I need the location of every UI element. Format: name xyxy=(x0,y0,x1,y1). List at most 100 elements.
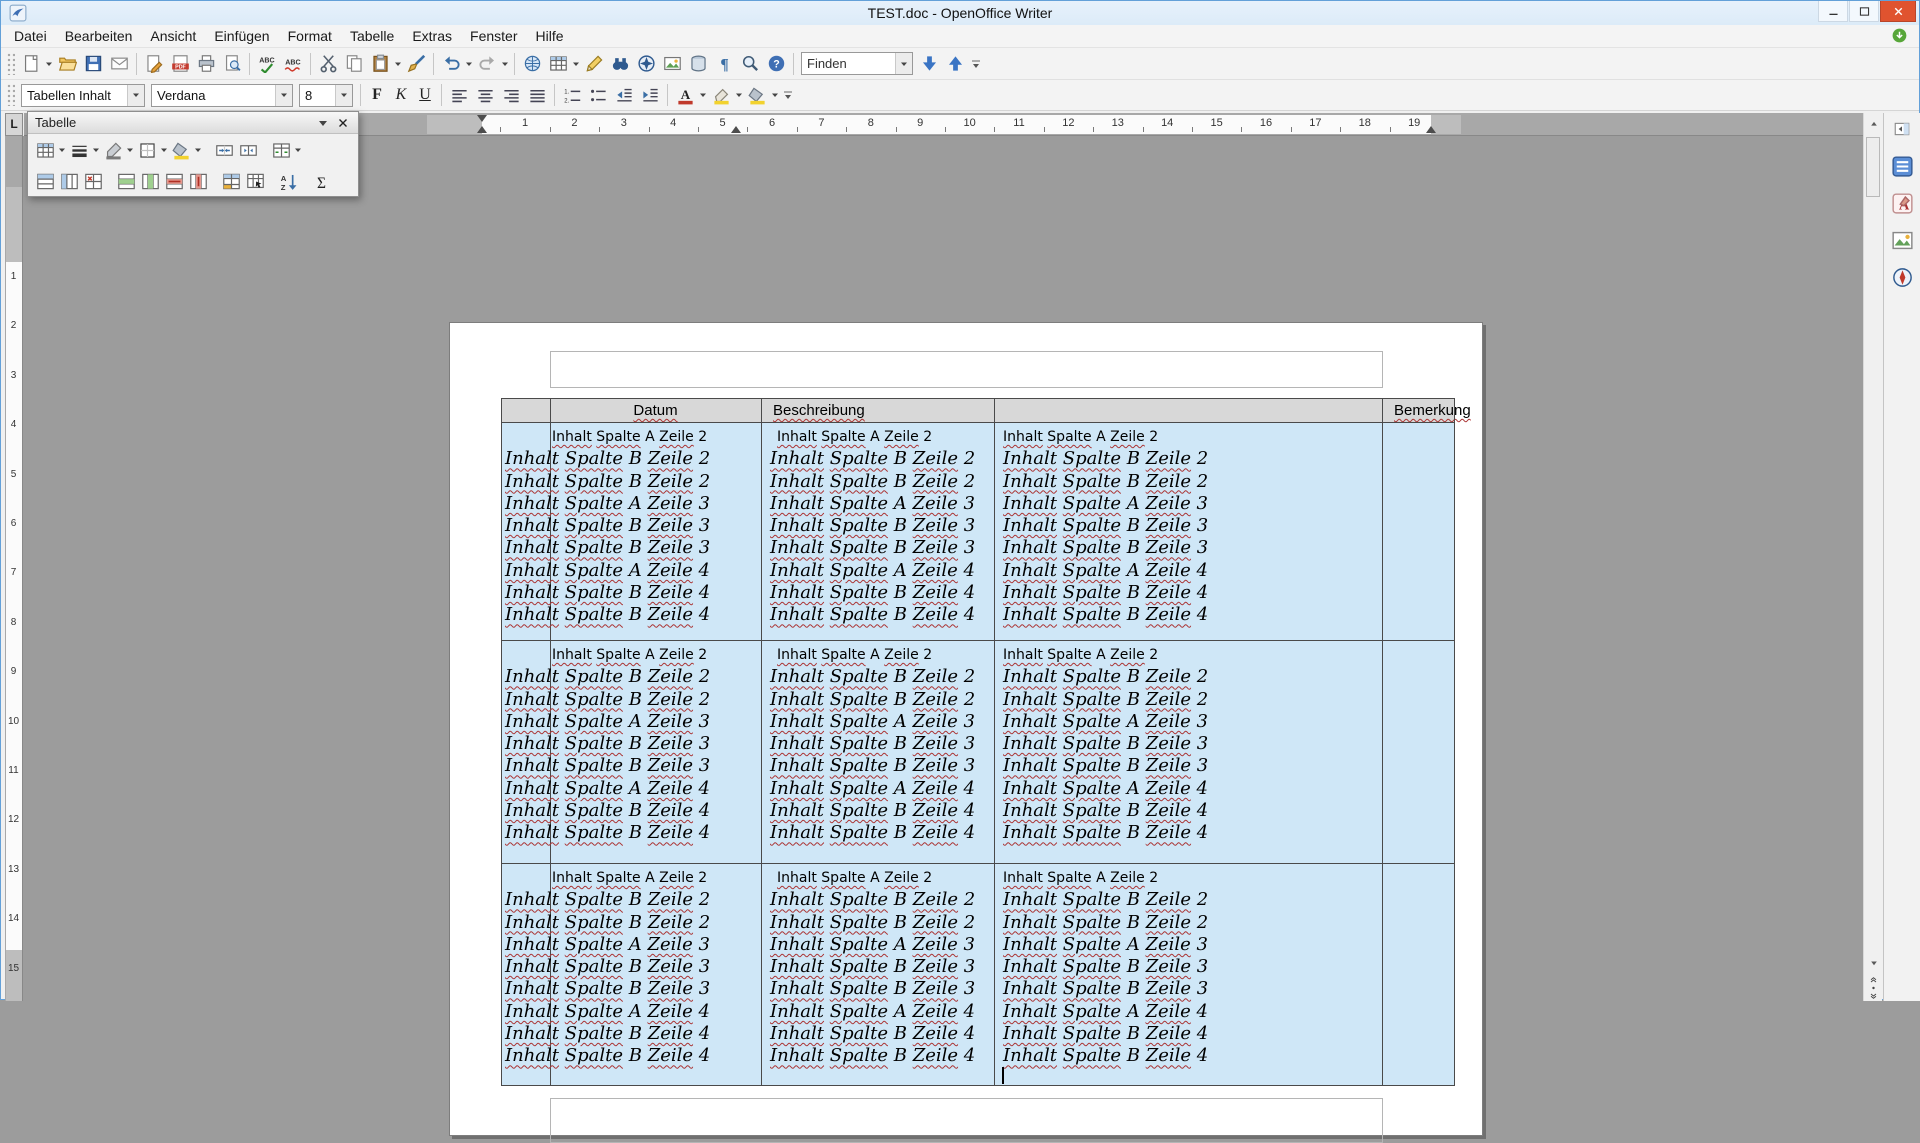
table-properties-button[interactable] xyxy=(243,169,267,193)
table-text-line[interactable]: Inhalt Spalte B Zeile 2 xyxy=(994,471,1381,493)
sidebar-navigator-tab[interactable] xyxy=(1889,264,1916,291)
sidebar-properties-tab[interactable] xyxy=(1889,153,1916,180)
table-button[interactable] xyxy=(545,51,571,77)
table-cell[interactable]: Inhalt Spalte A Zeile 2Inhalt Spalte B Z… xyxy=(994,424,1381,627)
table-text-line[interactable]: Inhalt Spalte B Zeile 3 xyxy=(761,755,993,777)
maximize-button[interactable] xyxy=(1849,1,1879,22)
table-text-line[interactable]: Inhalt Spalte A Zeile 4 xyxy=(761,560,993,582)
insert-row-above-button[interactable] xyxy=(33,169,57,193)
dropdown-arrow-button[interactable] xyxy=(500,51,510,77)
table-text-line[interactable]: Inhalt Spalte A Zeile 2 xyxy=(994,867,1381,889)
table-cell[interactable]: Inhalt Spalte A Zeile 2Inhalt Spalte B Z… xyxy=(503,865,759,1068)
dropdown-arrow-button[interactable] xyxy=(125,137,135,163)
table-text-line[interactable]: Inhalt Spalte B Zeile 3 xyxy=(503,733,759,755)
table-text-line[interactable]: Inhalt Spalte B Zeile 3 xyxy=(503,956,759,978)
insert-row-button[interactable] xyxy=(114,169,138,193)
table-text-line[interactable]: Inhalt Spalte B Zeile 3 xyxy=(761,733,993,755)
redo-button[interactable] xyxy=(474,51,500,77)
table-text-line[interactable]: Inhalt Spalte B Zeile 3 xyxy=(994,755,1381,777)
table-text-line[interactable]: Inhalt Spalte A Zeile 4 xyxy=(503,778,759,800)
email-button[interactable] xyxy=(106,51,132,77)
combo-dropdown-button[interactable] xyxy=(127,85,144,106)
table-text-line[interactable]: Inhalt Spalte B Zeile 2 xyxy=(761,889,993,911)
table-text-line[interactable]: Inhalt Spalte A Zeile 2 xyxy=(994,644,1381,666)
table-text-line[interactable]: Inhalt Spalte B Zeile 2 xyxy=(503,689,759,711)
table-text-line[interactable]: Inhalt Spalte A Zeile 2 xyxy=(503,644,759,666)
dropdown-arrow-button[interactable] xyxy=(770,82,780,108)
delete-cells-button[interactable] xyxy=(81,169,105,193)
dropdown-arrow-button[interactable] xyxy=(159,137,169,163)
insert-column-button[interactable] xyxy=(138,169,162,193)
sidebar-gallery-tab[interactable] xyxy=(1889,227,1916,254)
combo-dropdown-button[interactable] xyxy=(335,85,352,106)
table-text-line[interactable]: Inhalt Spalte B Zeile 3 xyxy=(994,537,1381,559)
background-color-button[interactable] xyxy=(169,138,193,162)
dropdown-arrow-button[interactable] xyxy=(57,137,67,163)
table-text-line[interactable]: Inhalt Spalte A Zeile 4 xyxy=(761,1001,993,1023)
table-cell[interactable]: Inhalt Spalte A Zeile 2Inhalt Spalte B Z… xyxy=(503,424,759,627)
table-text-line[interactable]: Inhalt Spalte B Zeile 3 xyxy=(994,978,1381,1000)
table-cell[interactable]: Inhalt Spalte A Zeile 2Inhalt Spalte B Z… xyxy=(994,865,1381,1068)
data-sources-button[interactable] xyxy=(685,51,711,77)
open-button[interactable] xyxy=(54,51,80,77)
align-left-button[interactable] xyxy=(446,82,472,108)
table-text-line[interactable]: Inhalt Spalte B Zeile 2 xyxy=(994,448,1381,470)
navigator-button[interactable] xyxy=(633,51,659,77)
table-button[interactable] xyxy=(33,138,57,162)
previous-page-button[interactable] xyxy=(1864,974,1883,983)
dropdown-arrow-button[interactable] xyxy=(393,51,403,77)
table-text-line[interactable]: Inhalt Spalte B Zeile 4 xyxy=(994,800,1381,822)
empty-frame[interactable] xyxy=(550,351,1383,388)
help-button[interactable]: ? xyxy=(763,51,789,77)
table-text-line[interactable]: Inhalt Spalte B Zeile 2 xyxy=(503,448,759,470)
table-text-line[interactable]: Inhalt Spalte B Zeile 4 xyxy=(761,822,993,844)
font-color-button[interactable]: A xyxy=(672,82,698,108)
paste-button[interactable] xyxy=(367,51,393,77)
sum-button[interactable]: Σ xyxy=(309,169,333,193)
optimize-button[interactable] xyxy=(269,138,293,162)
dropdown-arrow-button[interactable] xyxy=(734,82,744,108)
table-cell[interactable]: Inhalt Spalte A Zeile 2 Inhalt Spalte B Z… xyxy=(994,642,1381,845)
table-text-line[interactable]: Inhalt Spalte B Zeile 3 xyxy=(503,978,759,1000)
cut-button[interactable] xyxy=(315,51,341,77)
table-text-line[interactable]: Inhalt Spalte B Zeile 2 xyxy=(994,912,1381,934)
undo-button[interactable] xyxy=(438,51,464,77)
dropdown-arrow-button[interactable] xyxy=(571,51,581,77)
menu-datei[interactable]: Datei xyxy=(5,25,56,47)
table-cell[interactable]: Inhalt Spalte A Zeile 2 Inhalt Spalte B Z… xyxy=(503,642,759,845)
autoformat-button[interactable] xyxy=(219,169,243,193)
dropdown-arrow-button[interactable] xyxy=(44,51,54,77)
menu-bearbeiten[interactable]: Bearbeiten xyxy=(56,25,142,47)
draw-functions-button[interactable] xyxy=(581,51,607,77)
vertical-ruler[interactable]: 123456789101112131415 xyxy=(5,136,23,1001)
spellcheck-button[interactable]: ABC xyxy=(254,51,280,77)
menu-tabelle[interactable]: Tabelle xyxy=(341,25,403,47)
nonprinting-button[interactable]: ¶ xyxy=(711,51,737,77)
delete-column-button[interactable] xyxy=(186,169,210,193)
highlighting-button[interactable] xyxy=(708,82,734,108)
column-header[interactable]: Datum xyxy=(550,402,761,419)
table-text-line[interactable]: Inhalt Spalte B Zeile 2 xyxy=(994,689,1381,711)
table-text-line[interactable]: Inhalt Spalte B Zeile 4 xyxy=(994,604,1381,626)
table-text-line[interactable]: Inhalt Spalte A Zeile 2 xyxy=(761,426,993,448)
font-size-combo[interactable]: 8 xyxy=(299,84,353,107)
update-available-button[interactable] xyxy=(1891,27,1909,45)
table-text-line[interactable]: Inhalt Spalte B Zeile 3 xyxy=(761,978,993,1000)
combo-dropdown-button[interactable] xyxy=(275,85,292,106)
table-text-line[interactable]: Inhalt Spalte B Zeile 2 xyxy=(761,471,993,493)
table-text-line[interactable]: Inhalt Spalte A Zeile 2 xyxy=(994,426,1381,448)
split-cells-button[interactable] xyxy=(236,138,260,162)
table-text-line[interactable]: Inhalt Spalte B Zeile 2 xyxy=(761,448,993,470)
close-button[interactable] xyxy=(1880,1,1916,22)
find-replace-button[interactable] xyxy=(607,51,633,77)
menu-hilfe[interactable]: Hilfe xyxy=(526,25,572,47)
toolbar-grip[interactable] xyxy=(7,53,15,75)
align-center-button[interactable] xyxy=(472,82,498,108)
table-text-line[interactable]: Inhalt Spalte B Zeile 2 xyxy=(994,889,1381,911)
zoom-button[interactable] xyxy=(737,51,763,77)
left-indent-marker[interactable] xyxy=(477,126,487,133)
dropdown-arrow-button[interactable] xyxy=(698,82,708,108)
table-text-line[interactable]: Inhalt Spalte B Zeile 4 xyxy=(503,1045,759,1067)
right-indent-marker[interactable] xyxy=(1426,126,1436,133)
tab-stop-selector[interactable]: L xyxy=(5,113,23,136)
